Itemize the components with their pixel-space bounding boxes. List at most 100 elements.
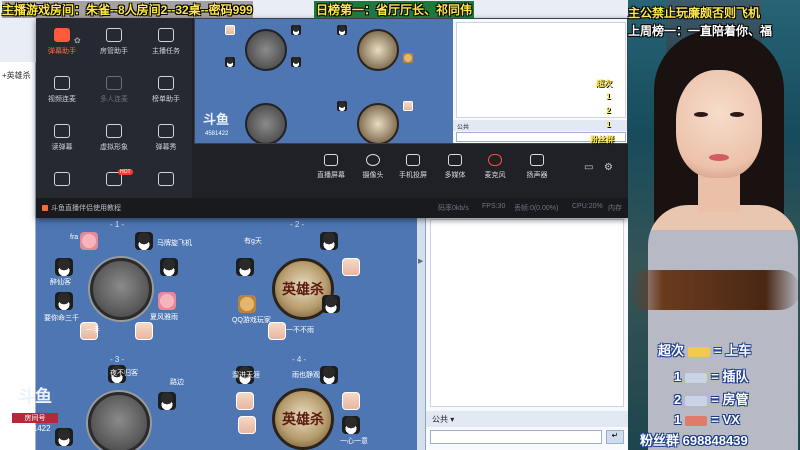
preview-avatar (403, 53, 413, 63)
player-avatar[interactable] (158, 392, 176, 410)
chat-channel-select[interactable]: 公共 (432, 415, 448, 424)
multimedia-button[interactable]: 多媒体 (434, 154, 476, 180)
chat-input[interactable] (430, 430, 602, 444)
room-info-banner: 主播游戏房间：朱雀--8人房间2--32桌--密码999 (2, 1, 253, 18)
player-avatar[interactable] (268, 322, 286, 340)
tutorial-text: 斗鱼直播伴侣使用教程 (51, 205, 121, 212)
memory-stat: 内存 (608, 205, 622, 212)
tool-read-danmaku[interactable]: 读弹幕 (36, 124, 88, 164)
player-avatar[interactable] (55, 292, 73, 310)
tree-item-hero-kill[interactable]: +英雄杀 (2, 70, 31, 81)
game-table[interactable] (90, 258, 152, 320)
chat-send-button[interactable]: ↵ (606, 430, 624, 444)
eye (694, 112, 708, 117)
tool-multi-link[interactable]: 多人连麦 (88, 76, 140, 116)
player-avatar[interactable] (160, 258, 178, 276)
player-avatar[interactable] (322, 295, 340, 313)
perk-qty: 超次 (658, 343, 685, 358)
weekly-top-notice: 上周榜一：一直陪着你、福 (628, 24, 773, 38)
player-avatar[interactable] (135, 232, 153, 250)
table-number: - 1 - (110, 220, 125, 229)
settings-gear-icon[interactable]: ⚙ (604, 162, 613, 173)
capture-controls: 直播屏幕 摄像头 手机投屏 多媒体 麦克风 扬声器 ▭ ⚙ (192, 144, 628, 198)
speaker-icon (530, 154, 544, 166)
control-label: 手机投屏 (399, 172, 427, 179)
microphone-button[interactable]: 麦克风 (474, 154, 516, 180)
preview-avatar (337, 101, 347, 111)
control-label: 麦克风 (484, 172, 506, 179)
perk-qty: 1 (674, 369, 682, 384)
player-name: 一不不雨 (286, 327, 314, 334)
tv-icon (158, 124, 174, 138)
panel-splitter[interactable]: ▶ (417, 215, 425, 450)
stream-frame: +英雄杀 - 1 - fra 马牌旋飞机 醉仙客 夏风雅雨 要你命三千 一手 -… (0, 0, 800, 450)
collapse-arrow-icon[interactable]: ▶ (418, 257, 423, 265)
control-label: 扬声器 (526, 172, 548, 179)
player-avatar[interactable] (55, 258, 73, 276)
media-icon (448, 154, 462, 166)
speaker-button[interactable]: 扬声器 (516, 154, 558, 180)
tutorial-link[interactable]: 斗鱼直播伴侣使用教程 (42, 203, 121, 213)
player-name: 夜不归客 (110, 370, 138, 377)
player-avatar[interactable] (135, 322, 153, 340)
live-preview[interactable]: 斗鱼 4581422 公共 (194, 18, 628, 144)
player-avatar[interactable] (238, 416, 256, 434)
tool-anchor-task[interactable]: 主播任务 (140, 28, 192, 68)
tool-ranking-helper[interactable]: 榜单助手 (140, 76, 192, 116)
douyu-logo: 斗鱼 (18, 387, 52, 406)
lips (709, 154, 729, 161)
plane-gift-icon (685, 372, 708, 383)
camera-button[interactable]: 摄像头 (352, 154, 394, 180)
chat-log[interactable] (430, 219, 624, 407)
perk-result: = 房管 (711, 392, 749, 407)
game-table[interactable] (88, 392, 150, 450)
streamer-face (676, 70, 762, 178)
game-table[interactable]: 英雄杀 (272, 388, 334, 450)
player-avatar[interactable] (342, 258, 360, 276)
tool-room-manager[interactable]: 房管助手 (88, 28, 140, 68)
preview-table (357, 29, 399, 71)
avatar-icon (106, 124, 122, 138)
player-avatar[interactable] (236, 258, 254, 276)
tool-virtual-avatar[interactable]: 虚拟形象 (88, 124, 140, 164)
preview-table (357, 103, 399, 143)
phone-cast-button[interactable]: 手机投屏 (392, 154, 434, 180)
chair-frame (628, 270, 800, 310)
preview-avatar (337, 25, 347, 35)
player-avatar[interactable] (80, 232, 98, 250)
multi-user-icon (106, 76, 122, 90)
gear-icon[interactable]: ✿ (74, 36, 81, 45)
video-link-icon (54, 76, 70, 90)
tool-label: 弹幕秀 (155, 144, 177, 151)
perk-qty: 1 (674, 412, 682, 427)
tool-label: 弹幕助手 (48, 48, 76, 55)
chat-channel-bar[interactable]: 公共 ▾ (426, 411, 628, 427)
player-avatar[interactable] (320, 366, 338, 384)
table-logo-text: 英雄杀 (282, 282, 324, 298)
record-icon[interactable]: ▭ (584, 162, 593, 173)
tool-video-link[interactable]: 视频连麦 (36, 76, 88, 116)
control-label: 直播屏幕 (317, 172, 345, 179)
tool-danmaku-helper[interactable]: 弹幕助手 ✿ (36, 28, 88, 68)
preview-avatar (403, 101, 413, 111)
player-avatar[interactable] (342, 392, 360, 410)
control-label: 摄像头 (362, 172, 384, 179)
player-avatar[interactable] (320, 232, 338, 250)
perk-row: 1 = 插队 (674, 366, 748, 385)
tool-label: 主播任务 (152, 48, 180, 55)
screen-capture-button[interactable]: 直播屏幕 (310, 154, 352, 180)
perk-row: 1 = VX (674, 412, 740, 427)
microphone-icon (488, 154, 502, 166)
tool-label: 视频连麦 (48, 96, 76, 103)
perk-row: 超次 = 上车 (658, 340, 751, 359)
room-badge: 房间号 (12, 413, 58, 423)
tool-danmaku-show[interactable]: 弹幕秀 (140, 124, 192, 164)
player-avatar[interactable] (236, 392, 254, 410)
player-avatar[interactable] (342, 416, 360, 434)
perk-result: = 插队 (711, 369, 749, 384)
player-avatar[interactable] (238, 295, 256, 313)
tool-panel: 弹幕助手 ✿ 房管助手 主播任务 视频连麦 多人连麦 榜单助手 读弹幕 虚拟形象… (36, 18, 192, 198)
table-number: - 4 - (292, 355, 307, 364)
player-avatar[interactable] (158, 292, 176, 310)
preview-table (245, 29, 287, 71)
